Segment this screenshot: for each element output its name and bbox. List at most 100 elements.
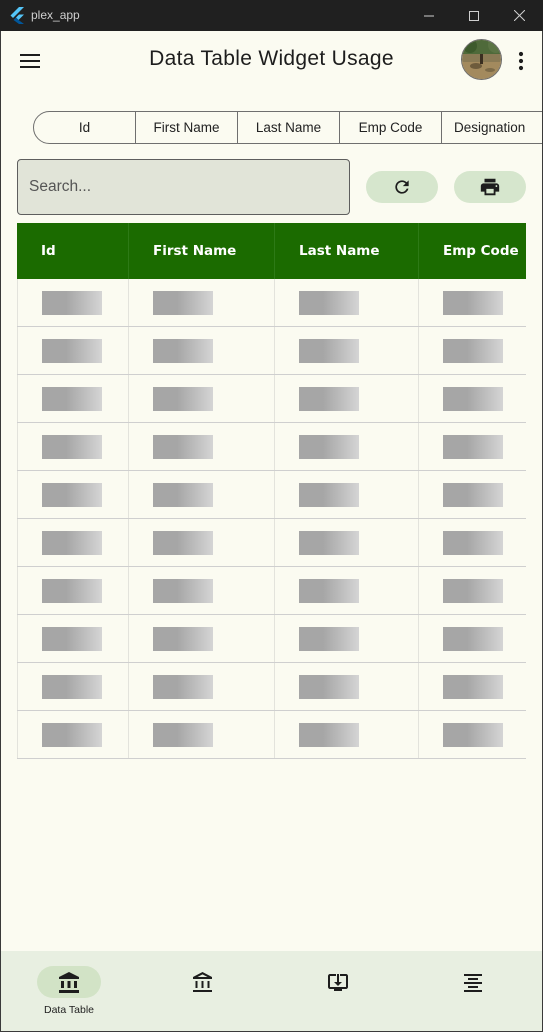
loading-skeleton [153,434,213,459]
table-cell [275,279,419,326]
window-titlebar: plex_app [0,0,543,31]
table-row[interactable] [17,279,526,327]
table-row[interactable] [17,615,526,663]
loading-skeleton [42,482,102,507]
loading-skeleton [42,674,102,699]
table-row[interactable] [17,471,526,519]
loading-skeleton [299,482,359,507]
loading-skeleton [299,290,359,315]
table-cell [129,615,275,662]
table-cell [17,519,129,566]
table-row[interactable] [17,423,526,471]
download-to-screen-icon [328,974,348,991]
table-cell [419,423,526,470]
segment-first-name[interactable]: First Name [135,111,238,144]
segment-id[interactable]: Id [33,111,136,144]
table-cell [419,567,526,614]
table-cell [17,711,129,758]
table-row[interactable] [17,567,526,615]
table-row[interactable] [17,519,526,567]
loading-skeleton [299,674,359,699]
table-cell [419,615,526,662]
table-row[interactable] [17,327,526,375]
nav-item-data-table[interactable]: Data Table [30,951,110,1031]
table-cell [275,663,419,710]
table-cell [275,327,419,374]
table-cell [419,711,526,758]
app-body: Data Table Widget Usage Id First Name La… [1,31,542,1031]
loading-skeleton [153,290,213,315]
maximize-icon [469,10,479,21]
loading-skeleton [42,530,102,555]
loading-skeleton [299,434,359,459]
loading-skeleton [443,674,503,699]
more-vert-icon[interactable] [517,49,525,73]
table-cell [129,327,275,374]
loading-skeleton [42,386,102,411]
table-body [17,279,526,759]
search-field[interactable] [17,159,350,215]
column-header-last-name[interactable]: Last Name [275,223,419,279]
print-button[interactable] [454,171,526,203]
table-cell [275,471,419,518]
table-cell [419,375,526,422]
table-row[interactable] [17,711,526,759]
table-cell [275,375,419,422]
loading-skeleton [299,578,359,603]
loading-skeleton [153,578,213,603]
data-table: Id First Name Last Name Emp Code [17,223,526,759]
loading-skeleton [443,722,503,747]
table-row[interactable] [17,663,526,711]
nav-item-2[interactable] [164,951,244,1031]
flutter-logo-icon [10,7,24,24]
table-cell [275,567,419,614]
refresh-button[interactable] [366,171,438,203]
bottom-navigation-bar: Data Table [1,951,542,1031]
loading-skeleton [299,338,359,363]
loading-skeleton [153,626,213,651]
search-input[interactable] [18,160,349,214]
segment-designation[interactable]: Designation [441,111,542,144]
close-button[interactable] [496,0,542,31]
table-cell [17,663,129,710]
table-cell [275,423,419,470]
avatar-image [462,40,501,79]
loading-skeleton [153,722,213,747]
loading-skeleton [42,338,102,363]
bank-outline-icon [193,972,212,992]
minimize-button[interactable] [406,0,452,31]
print-icon [480,178,500,196]
loading-skeleton [299,722,359,747]
nav-item-4[interactable] [434,951,514,1031]
table-cell [419,471,526,518]
table-cell [17,375,129,422]
column-header-first-name[interactable]: First Name [129,223,275,279]
bank-icon [59,972,79,993]
loading-skeleton [42,578,102,603]
segment-last-name[interactable]: Last Name [237,111,340,144]
table-cell [129,567,275,614]
loading-skeleton [153,674,213,699]
loading-skeleton [153,530,213,555]
loading-skeleton [153,386,213,411]
loading-skeleton [443,434,503,459]
loading-skeleton [42,626,102,651]
table-cell [419,663,526,710]
loading-skeleton [153,338,213,363]
nav-item-3[interactable] [299,951,379,1031]
column-header-emp-code[interactable]: Emp Code [419,223,526,279]
segment-emp-code[interactable]: Emp Code [339,111,442,144]
table-row[interactable] [17,375,526,423]
loading-skeleton [443,578,503,603]
table-cell [17,279,129,326]
refresh-icon [395,180,409,194]
column-header-id[interactable]: Id [17,223,129,279]
user-avatar[interactable] [461,39,502,80]
table-cell [275,615,419,662]
table-cell [17,567,129,614]
table-cell [419,327,526,374]
maximize-button[interactable] [451,0,497,31]
table-cell [275,519,419,566]
loading-skeleton [299,626,359,651]
table-cell [275,711,419,758]
